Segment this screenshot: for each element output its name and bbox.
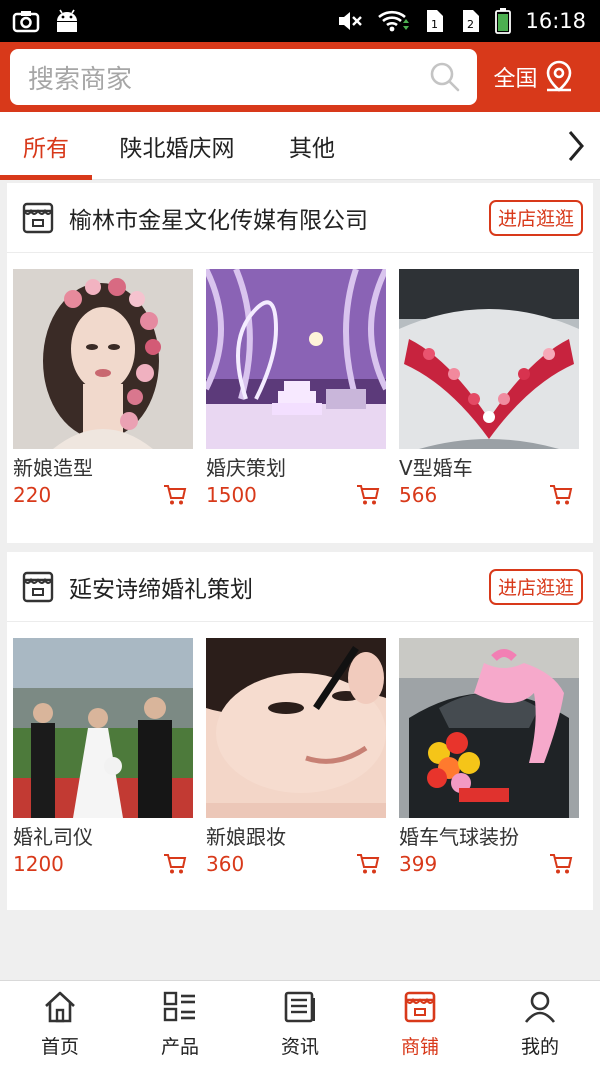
region-selector[interactable]: 全国 [477, 60, 590, 94]
cart-icon[interactable] [163, 484, 187, 506]
user-icon [522, 990, 558, 1028]
product-item[interactable]: V型婚车 566 [399, 269, 579, 507]
region-label: 全国 [493, 67, 538, 92]
search-input[interactable]: 搜索商家 [10, 49, 477, 105]
bottom-nav: 首页 产品 资讯 商铺 我的 [0, 980, 600, 1067]
product-image-wedding-planning[interactable] [206, 269, 386, 449]
svg-text:1: 1 [431, 18, 438, 31]
tab-other[interactable]: 其他 [262, 112, 362, 180]
location-pin-icon [544, 60, 574, 94]
nav-label: 我的 [520, 1035, 559, 1058]
visit-shop-button[interactable]: 进店逛逛 [488, 199, 583, 236]
cart-icon[interactable] [549, 853, 573, 875]
cart-icon[interactable] [356, 853, 380, 875]
product-name: 婚礼司仪 [13, 825, 93, 849]
product-name: 婚车气球装扮 [399, 825, 519, 849]
product-item[interactable]: 婚车气球装扮 399 [399, 638, 579, 876]
nav-home[interactable]: 首页 [0, 981, 120, 1067]
product-image-v-wedding-car[interactable] [399, 269, 579, 449]
product-name: V型婚车 [399, 456, 473, 480]
status-time: 16:18 [525, 9, 586, 33]
shop-header: 延安诗缔婚礼策划 进店逛逛 [7, 552, 593, 622]
nav-label: 首页 [40, 1035, 79, 1058]
store-icon [21, 201, 55, 235]
product-item[interactable]: 新娘跟妆 360 [206, 638, 386, 876]
nav-label: 产品 [160, 1035, 199, 1058]
product-image-wedding-mc[interactable] [13, 638, 193, 818]
cart-icon[interactable] [356, 484, 380, 506]
product-price: 220 [13, 483, 52, 507]
svg-text:2: 2 [467, 18, 474, 31]
tab-all[interactable]: 所有 [0, 112, 92, 180]
grid-list-icon [162, 990, 198, 1028]
product-price: 360 [206, 852, 245, 876]
search-placeholder: 搜索商家 [28, 64, 133, 95]
store-icon [21, 570, 55, 604]
product-item[interactable]: 婚庆策划 1500 [206, 269, 386, 507]
home-icon [42, 990, 78, 1028]
product-price: 566 [399, 483, 438, 507]
tab-shaanbei-wedding[interactable]: 陕北婚庆网 [96, 112, 258, 180]
nav-label: 资讯 [280, 1035, 319, 1058]
nav-label: 商铺 [400, 1035, 439, 1058]
shop-card: 延安诗缔婚礼策划 进店逛逛 婚礼司仪 1200 新娘跟妆 360 婚车气球装扮 … [7, 552, 593, 910]
nav-products[interactable]: 产品 [120, 981, 240, 1067]
nav-profile[interactable]: 我的 [480, 981, 600, 1067]
shop-header: 榆林市金星文化传媒有限公司 进店逛逛 [7, 183, 593, 253]
cart-icon[interactable] [163, 853, 187, 875]
wifi-icon [377, 9, 410, 33]
product-name: 婚庆策划 [206, 456, 286, 480]
category-tabs: 所有 陕北婚庆网 其他 [0, 112, 600, 180]
sim-2-icon: 2 [459, 9, 481, 33]
product-image-bridal-makeup[interactable] [206, 638, 386, 818]
status-bar: 1 2 16:18 [0, 0, 600, 42]
product-image-balloon-car[interactable] [399, 638, 579, 818]
search-icon[interactable] [429, 61, 461, 93]
cart-icon[interactable] [549, 484, 573, 506]
product-name: 新娘跟妆 [206, 825, 286, 849]
product-item[interactable]: 婚礼司仪 1200 [13, 638, 193, 876]
news-icon [282, 990, 318, 1028]
product-price: 1500 [206, 483, 257, 507]
product-item[interactable]: 新娘造型 220 [13, 269, 193, 507]
screenshot-icon [12, 9, 40, 33]
nav-shops[interactable]: 商铺 [360, 981, 480, 1067]
nav-news[interactable]: 资讯 [240, 981, 360, 1067]
mute-icon [337, 9, 363, 33]
sim-1-icon: 1 [423, 9, 445, 33]
android-icon [54, 9, 80, 33]
store-icon [402, 990, 438, 1028]
product-name: 新娘造型 [13, 456, 93, 480]
visit-shop-button[interactable]: 进店逛逛 [488, 568, 583, 605]
product-image-bride-styling[interactable] [13, 269, 193, 449]
shop-name[interactable]: 榆林市金星文化传媒有限公司 [69, 201, 489, 235]
battery-icon [495, 8, 512, 34]
search-header: 搜索商家 全国 [0, 42, 600, 112]
shop-name[interactable]: 延安诗缔婚礼策划 [69, 570, 489, 604]
chevron-right-icon[interactable] [564, 126, 588, 170]
shop-card: 榆林市金星文化传媒有限公司 进店逛逛 新娘造型 220 婚庆策划 1500 V型… [7, 183, 593, 543]
product-price: 399 [399, 852, 438, 876]
product-price: 1200 [13, 852, 64, 876]
